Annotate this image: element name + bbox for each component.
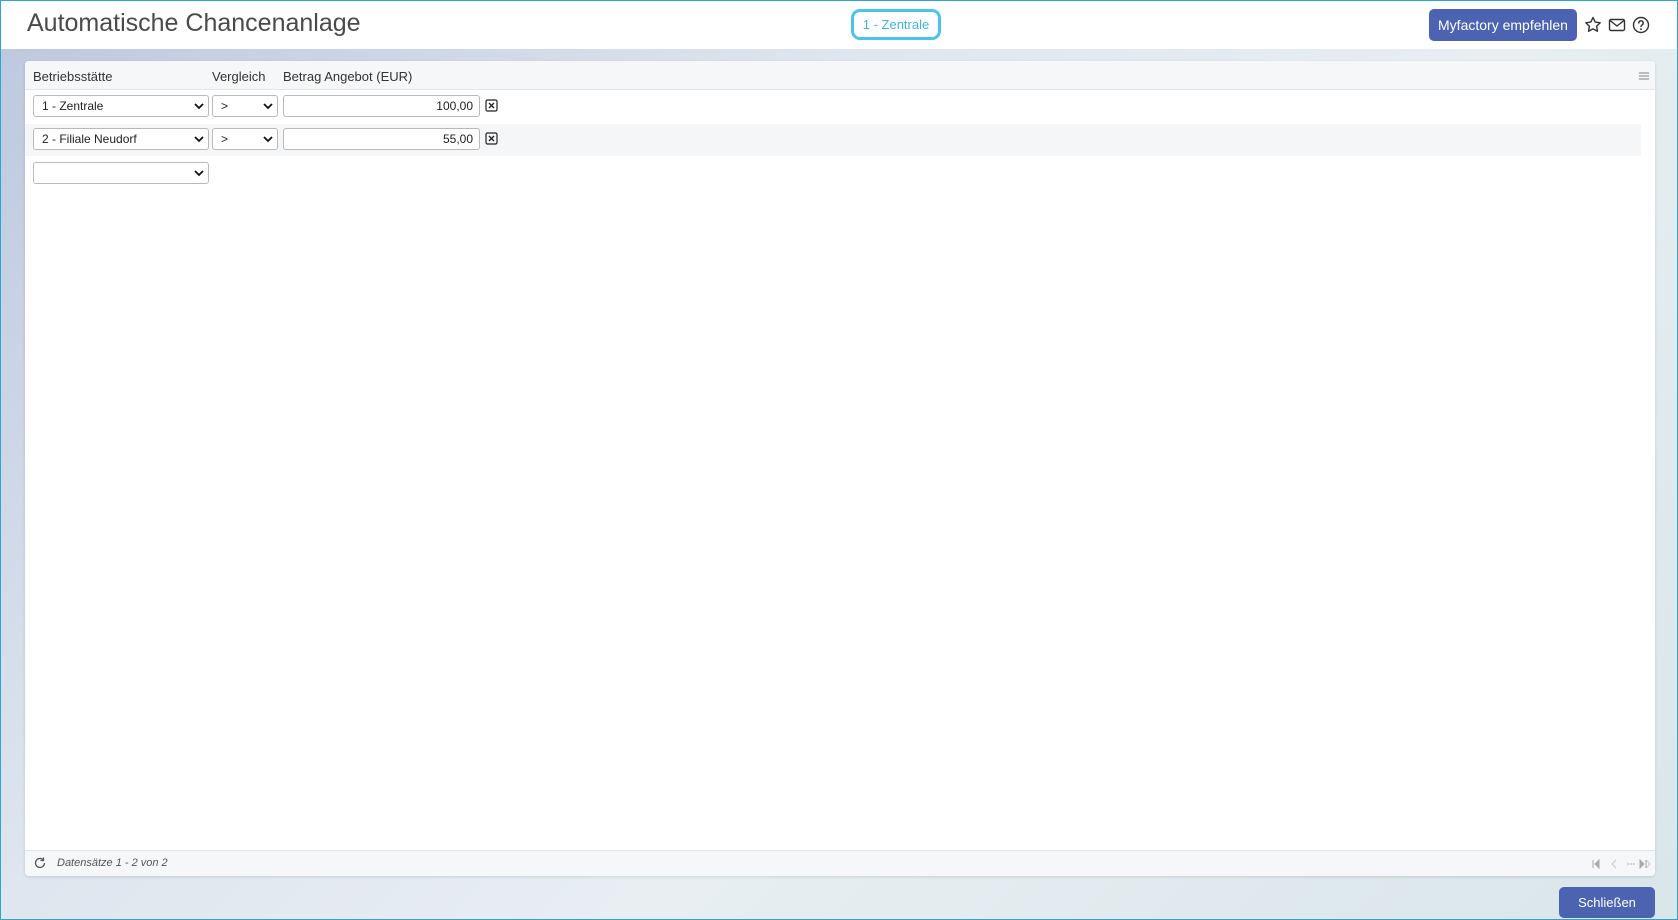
refresh-icon[interactable] <box>33 856 47 870</box>
amount-field[interactable]: 100,00 <box>283 95 480 117</box>
table-row: 2 - Filiale Neudorf > 55,00 <box>25 124 1641 156</box>
compare-select[interactable]: > <box>212 95 278 117</box>
delete-row-icon[interactable] <box>485 132 498 145</box>
column-header-amount[interactable]: Betrag Angebot (EUR) <box>283 69 412 84</box>
header-bar: Automatische Chancenanlage 1 - Zentrale … <box>1 1 1677 49</box>
column-header-row: Betriebsstätte Vergleich Betrag Angebot … <box>25 61 1655 90</box>
column-header-site[interactable]: Betriebsstätte <box>33 69 113 84</box>
company-selector[interactable]: 1 - Zentrale <box>851 9 941 40</box>
column-header-compare[interactable]: Vergleich <box>212 69 265 84</box>
compare-value: > <box>221 132 229 146</box>
table-row: 1 - Zentrale > 100,00 <box>25 91 1641 123</box>
record-count: Datensätze 1 - 2 von 2 <box>57 857 168 869</box>
mail-icon[interactable] <box>1607 15 1627 35</box>
amount-field[interactable]: 55,00 <box>283 128 480 150</box>
compare-select[interactable]: > <box>212 128 278 150</box>
new-row <box>25 158 1641 190</box>
chevron-down-icon <box>194 170 204 177</box>
first-page-icon[interactable] <box>1590 857 1602 870</box>
close-button[interactable]: Schließen <box>1559 887 1655 918</box>
compare-value: > <box>221 99 229 113</box>
grid-panel: Betriebsstätte Vergleich Betrag Angebot … <box>25 61 1655 876</box>
chevron-down-icon <box>194 136 204 143</box>
site-select[interactable]: 1 - Zentrale <box>33 95 209 117</box>
grid-footer: Datensätze 1 - 2 von 2 <box>25 850 1655 876</box>
site-value: 2 - Filiale Neudorf <box>42 132 137 146</box>
chevron-down-icon <box>194 103 204 110</box>
help-icon[interactable] <box>1631 15 1651 35</box>
delete-row-icon[interactable] <box>485 99 498 112</box>
new-site-select[interactable] <box>33 162 209 184</box>
recommend-button[interactable]: Myfactory empfehlen <box>1429 9 1577 41</box>
column-menu-icon[interactable] <box>1637 69 1651 81</box>
site-value: 1 - Zentrale <box>42 99 104 113</box>
chevron-down-icon <box>263 103 273 110</box>
site-select[interactable]: 2 - Filiale Neudorf <box>33 128 209 150</box>
more-pages-icon[interactable] <box>1625 857 1637 869</box>
prev-page-icon[interactable] <box>1608 857 1620 869</box>
last-page-icon[interactable] <box>1637 857 1649 870</box>
star-icon[interactable] <box>1583 15 1603 35</box>
page-title: Automatische Chancenanlage <box>27 9 361 37</box>
chevron-down-icon <box>263 136 273 143</box>
